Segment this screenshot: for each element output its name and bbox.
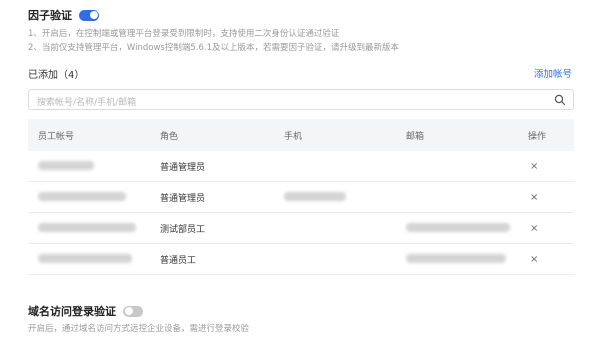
- redacted-email: [406, 223, 510, 232]
- phone-cell: [284, 192, 406, 202]
- column-header-role: 角色: [160, 131, 179, 142]
- redacted-account: [38, 192, 126, 201]
- domain-auth-toggle[interactable]: [123, 305, 143, 317]
- column-header-email: 邮箱: [406, 131, 425, 142]
- accounts-table: 员工帐号 角色 手机 邮箱 操作 普通管理员 × 普通管理员 × 测试部员工 ×…: [28, 119, 574, 275]
- delete-action[interactable]: ×: [528, 223, 574, 234]
- factor-auth-toggle[interactable]: [79, 9, 99, 21]
- close-icon[interactable]: ×: [530, 192, 538, 203]
- redacted-account: [38, 223, 136, 232]
- close-icon[interactable]: ×: [530, 254, 538, 265]
- delete-action[interactable]: ×: [528, 161, 574, 172]
- table-row: 测试部员工 ×: [28, 213, 574, 244]
- redacted-email: [406, 254, 506, 263]
- account-cell: [28, 161, 160, 171]
- close-icon[interactable]: ×: [530, 161, 538, 172]
- table-header: 员工帐号 角色 手机 邮箱 操作: [28, 119, 574, 151]
- redacted-phone: [284, 192, 346, 201]
- factor-auth-header: 因子验证: [28, 7, 99, 23]
- domain-auth-header: 域名访问登录验证: [28, 303, 143, 319]
- redacted-account: [38, 161, 94, 170]
- search-box: [28, 89, 574, 113]
- search-input[interactable]: [29, 93, 539, 113]
- close-icon[interactable]: ×: [530, 223, 538, 234]
- redacted-account: [38, 254, 132, 263]
- add-account-link[interactable]: 添加帐号: [534, 66, 572, 80]
- table-row: 普通管理员 ×: [28, 151, 574, 182]
- role-cell: 普通员工: [160, 255, 197, 266]
- role-cell: 普通管理员: [160, 162, 206, 173]
- factor-auth-note-1: 1、开启后，在控制端或管理平台登录受到限制时，支持使用二次身份认证通过验证: [28, 29, 340, 39]
- table-row: 普通员工 ×: [28, 244, 574, 275]
- column-header-phone: 手机: [284, 131, 303, 142]
- delete-action[interactable]: ×: [528, 192, 574, 203]
- toggle-knob: [89, 11, 98, 19]
- role-cell: 测试部员工: [160, 224, 206, 235]
- factor-auth-title: 因子验证: [28, 9, 72, 22]
- account-cell: [28, 223, 160, 233]
- factor-auth-note-2: 2、当前仅支持管理平台，Windows控制端5.6.1及以上版本，若需要因子验证…: [28, 43, 399, 53]
- role-cell: 普通管理员: [160, 193, 206, 204]
- column-header-actions: 操作: [528, 131, 547, 142]
- added-count-label: 已添加（4）: [28, 70, 85, 81]
- account-cell: [28, 192, 160, 202]
- domain-auth-title: 域名访问登录验证: [28, 305, 116, 318]
- delete-action[interactable]: ×: [528, 254, 574, 265]
- email-cell: [406, 254, 528, 264]
- search-icon[interactable]: [554, 94, 566, 106]
- column-header-account: 员工帐号: [38, 131, 75, 142]
- email-cell: [406, 223, 528, 233]
- table-row: 普通管理员 ×: [28, 182, 574, 213]
- domain-auth-note: 开启后，通过域名访问方式远控企业设备，需进行登录校验: [28, 324, 250, 334]
- toggle-knob: [124, 307, 133, 315]
- account-cell: [28, 254, 160, 264]
